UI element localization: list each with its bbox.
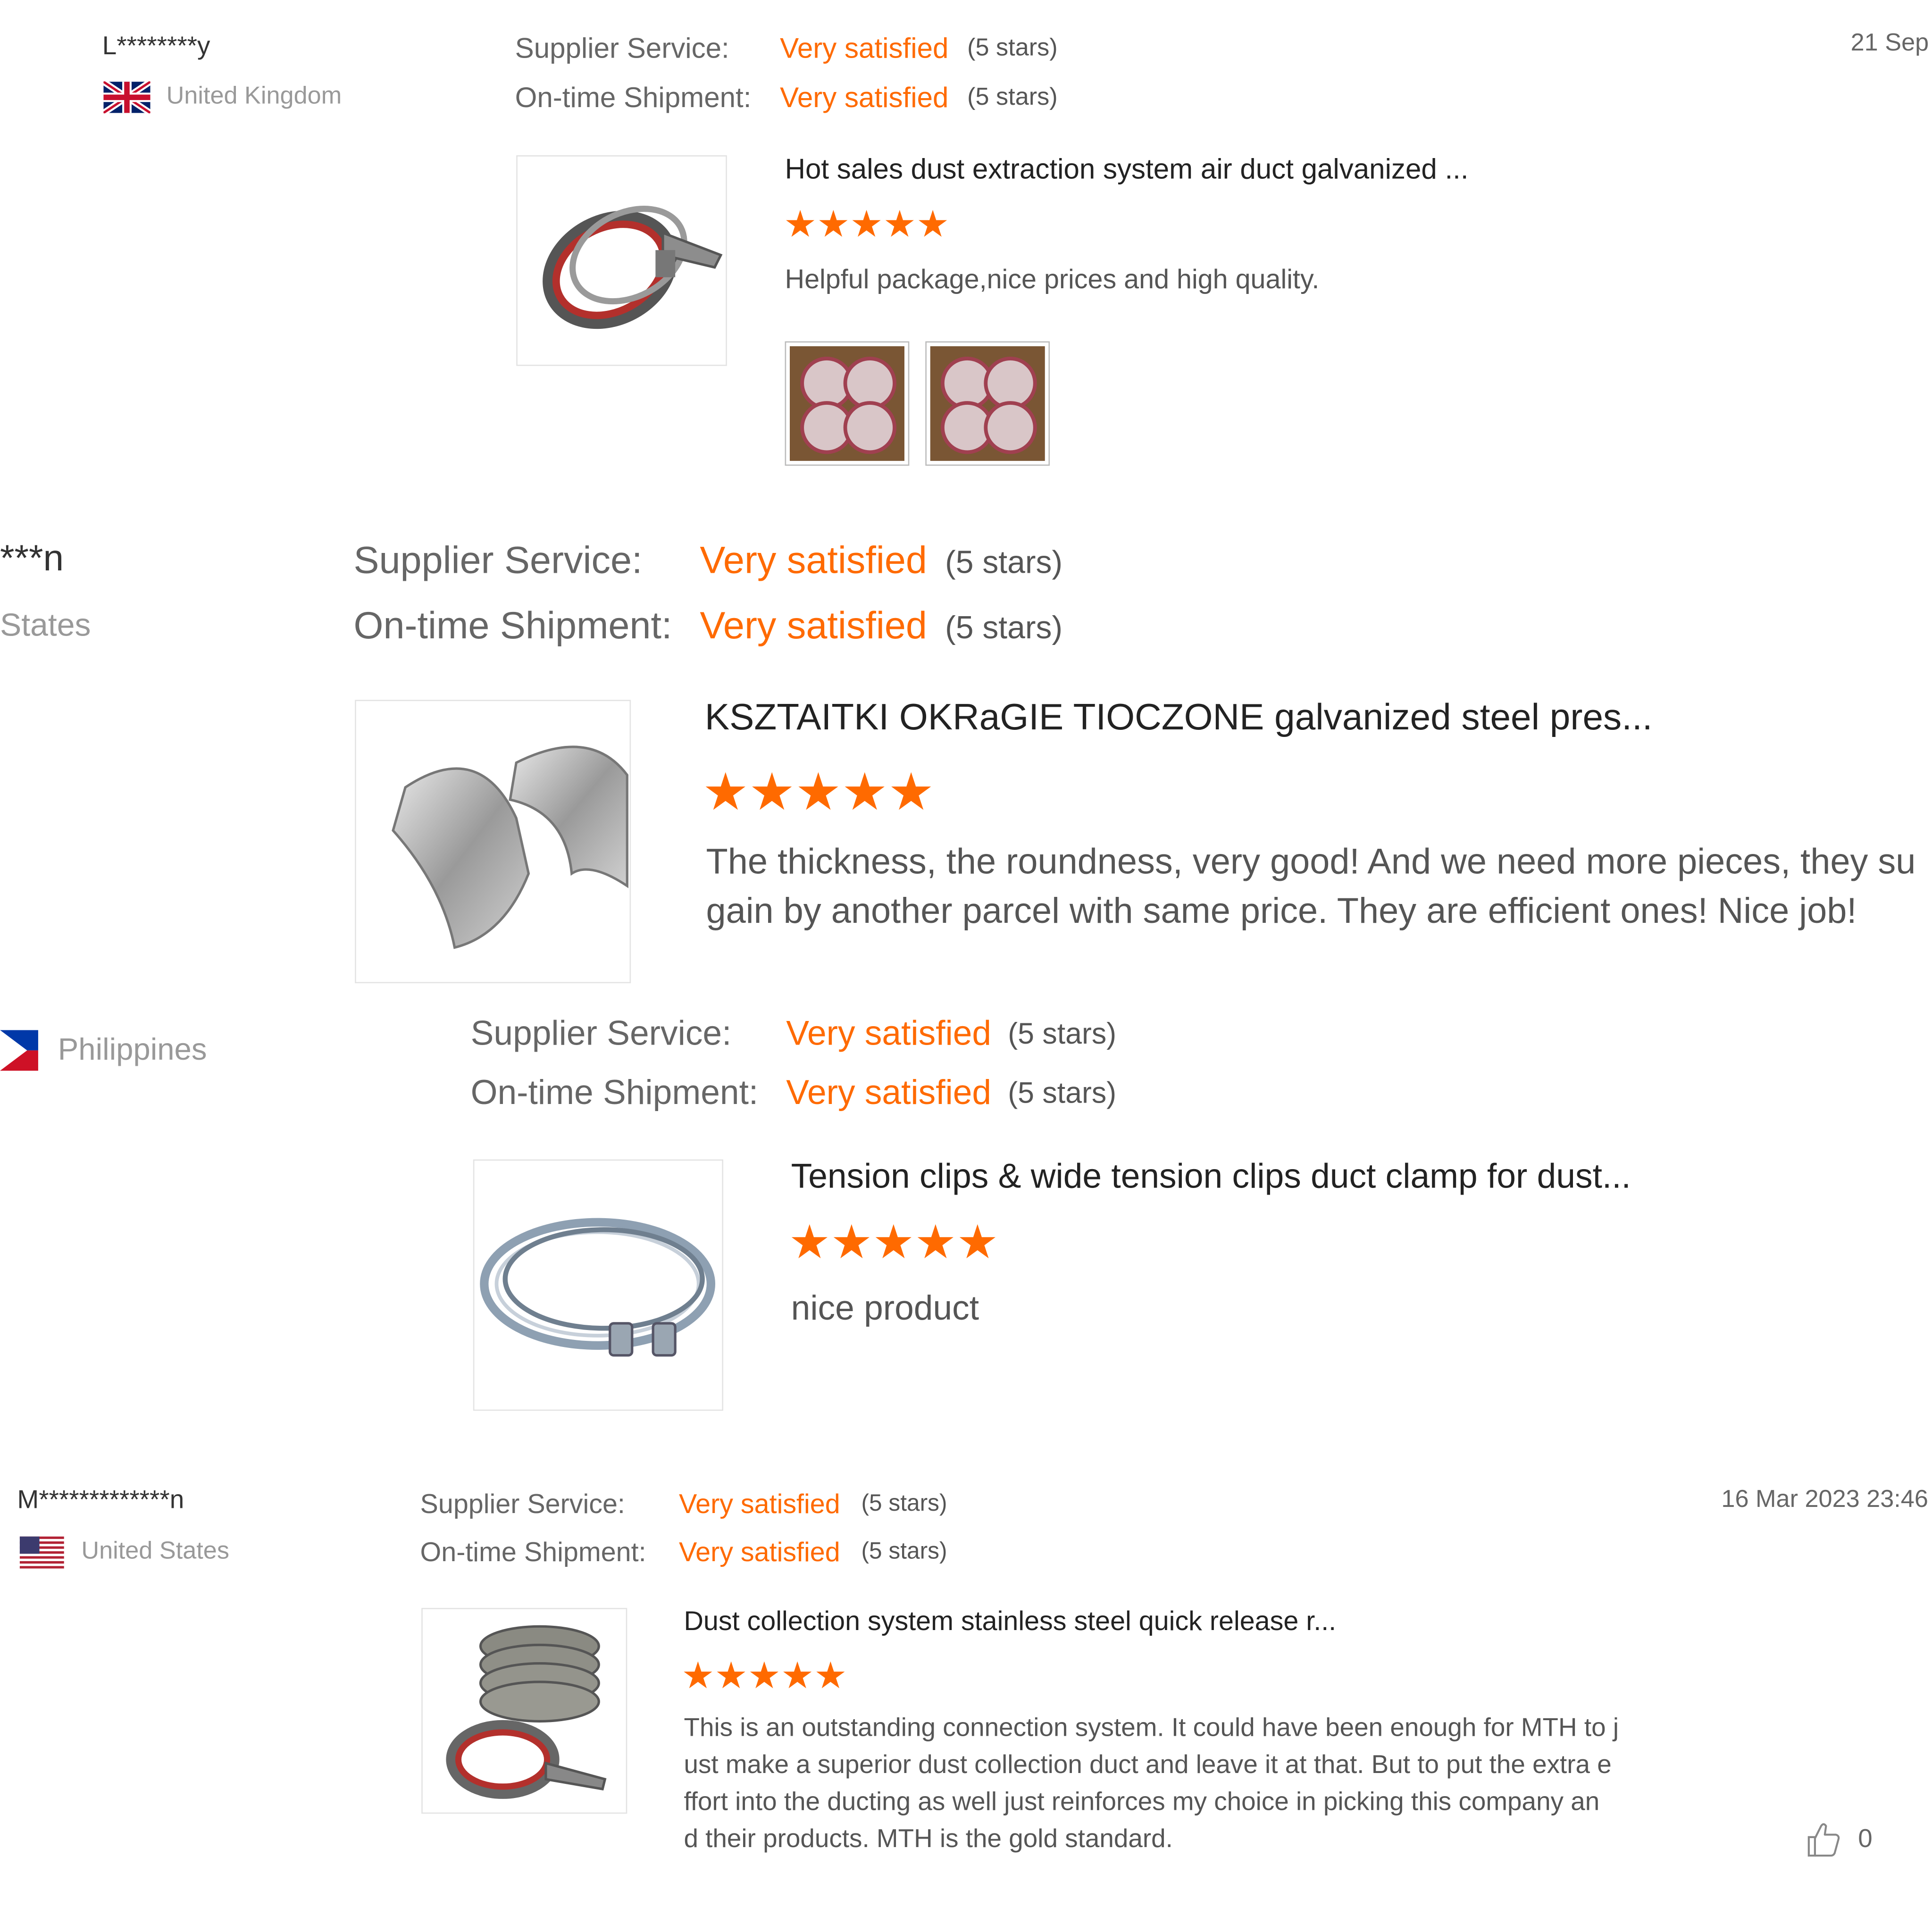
reviewer-country: States xyxy=(0,606,91,644)
shipment-label: On-time Shipment: xyxy=(470,1073,759,1112)
supplier-service-label: Supplier Service: xyxy=(515,32,729,64)
product-thumbnail[interactable] xyxy=(355,700,631,984)
review-comment-line: d their products. MTH is the gold standa… xyxy=(684,1824,1173,1853)
review-comment-line: This is an outstanding connection system… xyxy=(684,1714,1619,1742)
review-date: 21 Sep xyxy=(1850,29,1929,57)
review-comment: nice product xyxy=(791,1288,979,1327)
star-icon: ★ xyxy=(681,1656,715,1697)
star-icon: ★ xyxy=(916,204,950,245)
star-icon: ★ xyxy=(850,204,883,245)
supplier-service-value: Very satisfied xyxy=(786,1014,992,1053)
reviewer-name: M*************n xyxy=(17,1486,184,1514)
supplier-service-stars: (5 stars) xyxy=(861,1491,947,1517)
shipment-value: Very satisfied xyxy=(678,1536,840,1567)
shipment-stars: (5 stars) xyxy=(945,609,1063,646)
philippines-flag-icon xyxy=(0,1030,38,1071)
supplier-service-stars: (5 stars) xyxy=(1008,1018,1117,1051)
shipment-stars: (5 stars) xyxy=(1008,1077,1117,1111)
review-comment-line: ust make a superior dust collection duct… xyxy=(684,1751,1612,1780)
rating-stars: ★ ★ ★ ★ ★ xyxy=(783,204,950,245)
supplier-service-value: Very satisfied xyxy=(678,1488,840,1520)
shipment-stars: (5 stars) xyxy=(967,84,1058,111)
like-button[interactable]: 0 xyxy=(1807,1821,1873,1858)
us-flag-icon xyxy=(19,1536,64,1569)
review-list: L********y United Kingdom Supplier Servi… xyxy=(0,0,1932,1919)
rating-stars: ★ ★ ★ ★ ★ xyxy=(788,1220,998,1266)
supplier-service-stars: (5 stars) xyxy=(945,543,1063,581)
star-icon: ★ xyxy=(814,1656,847,1697)
shipment-label: On-time Shipment: xyxy=(353,603,672,647)
star-icon: ★ xyxy=(841,762,888,821)
shipment-label: On-time Shipment: xyxy=(420,1536,646,1567)
product-thumbnail[interactable] xyxy=(516,155,727,366)
review-photo[interactable] xyxy=(925,341,1050,466)
review-photo[interactable] xyxy=(785,341,910,466)
reviewer-name: L********y xyxy=(102,32,210,60)
product-title[interactable]: Tension clips & wide tension clips duct … xyxy=(791,1157,1631,1196)
star-icon: ★ xyxy=(795,762,842,821)
review-comment-line: ffort into the ducting as well just rein… xyxy=(684,1788,1600,1816)
reviewer-country: United Kingdom xyxy=(166,82,342,110)
shipment-label: On-time Shipment: xyxy=(515,81,752,114)
star-icon: ★ xyxy=(748,762,795,821)
supplier-service-label: Supplier Service: xyxy=(353,538,643,582)
elbow-image xyxy=(392,745,628,949)
review-date: 16 Mar 2023 23:46 xyxy=(1721,1486,1928,1514)
reviewer-country: United States xyxy=(81,1538,229,1565)
product-thumbnail[interactable] xyxy=(473,1159,724,1411)
shipment-value: Very satisfied xyxy=(700,603,927,647)
supplier-service-label: Supplier Service: xyxy=(470,1014,732,1053)
rating-stars: ★ ★ ★ ★ ★ xyxy=(703,766,935,818)
star-icon: ★ xyxy=(817,204,850,245)
rating-stars: ★ ★ ★ ★ ★ xyxy=(681,1658,847,1695)
reviewer-name: ***n xyxy=(0,538,64,579)
clamp-image xyxy=(543,206,723,329)
star-icon: ★ xyxy=(747,1656,781,1697)
star-icon: ★ xyxy=(883,204,917,245)
star-icon: ★ xyxy=(714,1656,748,1697)
uk-flag-icon xyxy=(103,81,151,114)
product-title[interactable]: Dust collection system stainless steel q… xyxy=(684,1606,1336,1638)
product-title[interactable]: KSZTAITKI OKRaGIE TIOCZONE galvanized st… xyxy=(705,697,1653,739)
supplier-service-label: Supplier Service: xyxy=(420,1488,625,1520)
star-icon: ★ xyxy=(887,762,935,821)
shipment-stars: (5 stars) xyxy=(861,1539,947,1565)
shipment-value: Very satisfied xyxy=(780,81,949,114)
star-icon: ★ xyxy=(783,204,817,245)
reviewer-country: Philippines xyxy=(58,1032,207,1067)
thumbs-up-icon xyxy=(1807,1823,1840,1857)
product-thumbnail[interactable] xyxy=(421,1608,627,1814)
supplier-service-value: Very satisfied xyxy=(700,538,927,582)
star-icon: ★ xyxy=(830,1217,873,1269)
tension-clip-image xyxy=(480,1218,716,1357)
product-title[interactable]: Hot sales dust extraction system air duc… xyxy=(785,153,1469,186)
quick-release-clamp-image xyxy=(446,1625,607,1799)
star-icon: ★ xyxy=(702,762,749,821)
star-icon: ★ xyxy=(781,1656,814,1697)
star-icon: ★ xyxy=(914,1217,957,1269)
supplier-service-stars: (5 stars) xyxy=(967,34,1058,62)
star-icon: ★ xyxy=(788,1217,831,1269)
supplier-service-value: Very satisfied xyxy=(780,32,949,64)
review-comment-line: gain by another parcel with same price. … xyxy=(706,892,1857,932)
review-comment: Helpful package,nice prices and high qua… xyxy=(785,263,1320,295)
shipment-value: Very satisfied xyxy=(786,1073,992,1112)
like-count: 0 xyxy=(1858,1824,1873,1853)
star-icon: ★ xyxy=(872,1217,915,1269)
review-comment-line: The thickness, the roundness, very good!… xyxy=(706,843,1916,882)
star-icon: ★ xyxy=(956,1217,999,1269)
